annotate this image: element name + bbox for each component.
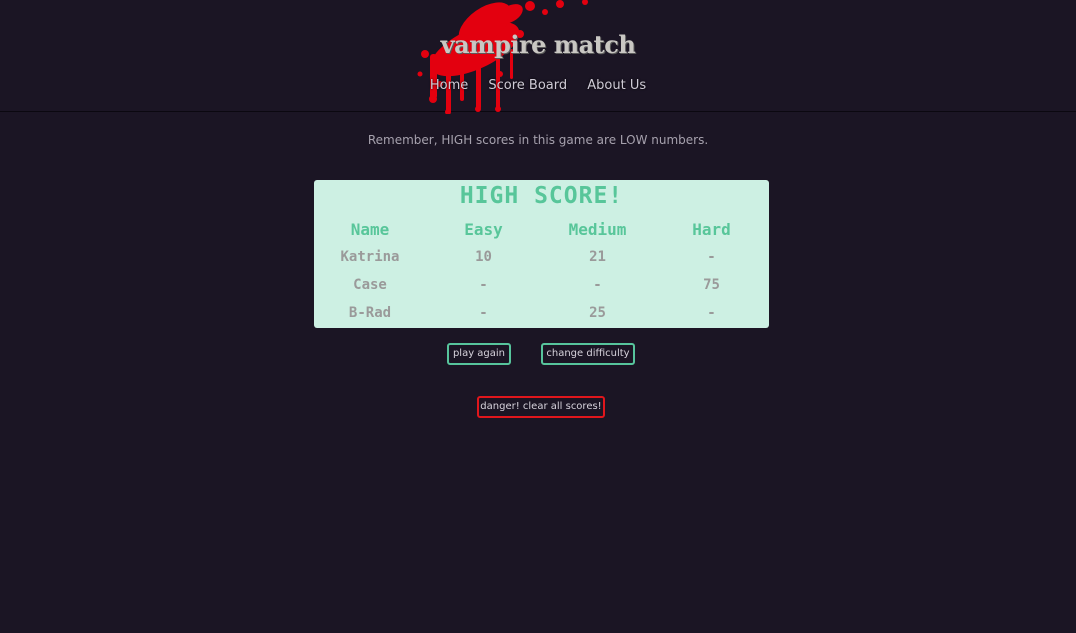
player-name-cell: Katrina <box>340 249 400 265</box>
medium-score-cell: 25 <box>589 305 606 321</box>
hard-score-cell: - <box>707 305 716 321</box>
column-header-medium: Medium <box>568 220 627 239</box>
high-score-title: HIGH SCORE! <box>459 183 624 209</box>
nav-about-us-link[interactable]: About Us <box>587 78 646 93</box>
column-header-hard: Hard <box>692 220 731 239</box>
table-row: Katrina 10 21 - <box>314 243 769 271</box>
table-row: Case - - 75 <box>314 271 769 299</box>
easy-score-cell: 10 <box>475 249 492 265</box>
site-header: vampire match Home Score Board About Us <box>0 0 1076 114</box>
medium-score-cell: 21 <box>589 249 606 265</box>
table-row: B-Rad - 25 - <box>314 299 769 327</box>
clear-all-scores-button[interactable]: danger! clear all scores! <box>477 396 605 418</box>
player-name-cell: Case <box>353 277 387 293</box>
hard-score-cell: 75 <box>703 277 720 293</box>
column-header-name: Name <box>350 220 390 239</box>
app-title: vampire match <box>440 30 636 59</box>
nav-home-link[interactable]: Home <box>430 78 468 93</box>
change-difficulty-button[interactable]: change difficulty <box>541 343 635 365</box>
main-nav: Home Score Board About Us <box>0 78 1076 93</box>
score-table-header-row: Name Easy Medium Hard <box>314 216 769 243</box>
reminder-text: Remember, HIGH scores in this game are L… <box>367 133 709 147</box>
column-header-easy: Easy <box>464 220 503 239</box>
medium-score-cell: - <box>593 277 602 293</box>
score-table: Name Easy Medium Hard Katrina 10 21 - Ca… <box>314 216 769 327</box>
nav-score-board-link[interactable]: Score Board <box>488 78 567 93</box>
easy-score-cell: - <box>479 305 488 321</box>
hard-score-cell: - <box>707 249 716 265</box>
easy-score-cell: - <box>479 277 488 293</box>
player-name-cell: B-Rad <box>348 305 392 321</box>
high-score-card: HIGH SCORE! Name Easy Medium Hard Katrin… <box>314 180 769 328</box>
play-again-button[interactable]: play again <box>447 343 511 365</box>
